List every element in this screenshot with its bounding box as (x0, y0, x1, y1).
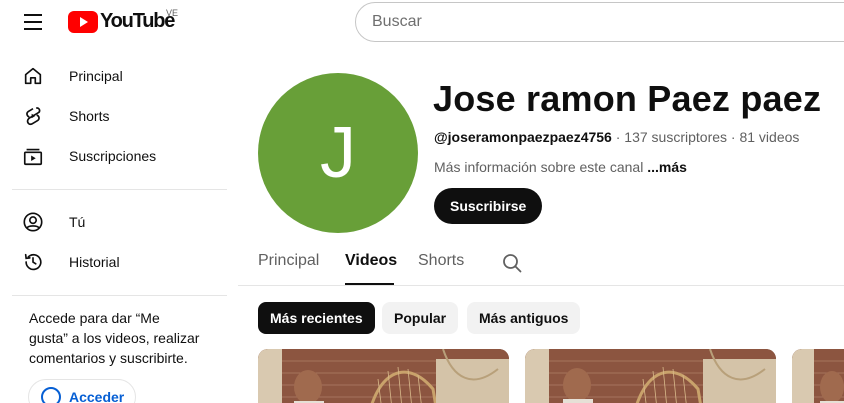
video-count: 81 videos (739, 129, 800, 145)
thumbnail-image (258, 349, 509, 403)
sidebar-item-suscripciones[interactable]: Suscripciones (0, 136, 228, 176)
video-thumbnail[interactable] (792, 349, 844, 403)
thumbnail-image (525, 349, 776, 403)
sidebar-item-label: Shorts (69, 108, 110, 124)
tab-principal[interactable]: Principal (258, 252, 319, 270)
shorts-icon (26, 107, 41, 126)
sidebar-item-historial[interactable]: Historial (0, 242, 228, 282)
sidebar-item-label: Tú (69, 214, 86, 230)
menu-icon[interactable] (16, 8, 50, 36)
youtube-logo[interactable]: YouTube (68, 10, 175, 33)
sidebar-item-label: Principal (69, 68, 123, 84)
signin-prompt: Accede para dar “Me gusta” a los videos,… (29, 310, 200, 366)
channel-name: Jose ramon Paez paez (433, 78, 822, 119)
chip-popular[interactable]: Popular (382, 302, 459, 334)
signin-label: Acceder (69, 389, 125, 403)
sidebar-item-label: Historial (69, 254, 120, 270)
meta-separator: · (727, 129, 740, 145)
active-tab-indicator (345, 283, 394, 285)
logo-text: YouTube (100, 10, 175, 32)
country-code: VE (166, 8, 179, 18)
channel-meta: @joseramonpaezpaez4756 · 137 suscriptore… (434, 129, 799, 145)
search-input[interactable] (372, 13, 844, 31)
sidebar-item-label: Suscripciones (69, 148, 157, 164)
chip-mas-antiguos[interactable]: Más antiguos (467, 302, 581, 334)
meta-separator: · (611, 129, 625, 145)
signin-button[interactable]: Acceder (28, 379, 136, 403)
subscriptions-icon (23, 148, 43, 166)
about-more: ...más (647, 159, 687, 175)
subscribe-button[interactable]: Suscribirse (434, 188, 543, 224)
video-thumbnail[interactable] (258, 349, 509, 403)
sidebar-item-principal[interactable]: Principal (0, 56, 228, 96)
about-text: Más información sobre este canal (434, 159, 648, 175)
sidebar-divider (12, 295, 227, 296)
channel-tabs: Principal Videos Shorts (238, 242, 844, 286)
user-icon (23, 212, 43, 232)
channel-about-link[interactable]: Más información sobre este canal ...más (434, 159, 687, 175)
subscriber-count: 137 suscriptores (624, 129, 728, 145)
avatar-letter: J (320, 113, 356, 193)
user-circle-icon (41, 387, 61, 403)
tab-shorts[interactable]: Shorts (418, 252, 464, 270)
sidebar-item-shorts[interactable]: Shorts (0, 96, 228, 136)
channel-handle: @joseramonpaezpaez4756 (434, 129, 612, 145)
search-icon[interactable] (500, 251, 524, 275)
home-icon (24, 67, 42, 85)
thumbnail-image (792, 349, 844, 403)
chip-mas-recientes[interactable]: Más recientes (258, 302, 375, 334)
search-box[interactable] (355, 2, 844, 42)
sidebar-divider (12, 189, 227, 190)
sidebar-item-tu[interactable]: Tú (0, 202, 228, 242)
sidebar: Principal Shorts Suscripciones Tú Histor… (0, 56, 228, 403)
tab-videos[interactable]: Videos (345, 252, 397, 270)
history-icon (24, 253, 42, 271)
video-thumbnail[interactable] (525, 349, 776, 403)
channel-avatar[interactable]: J (258, 73, 418, 233)
youtube-play-icon (68, 10, 98, 33)
